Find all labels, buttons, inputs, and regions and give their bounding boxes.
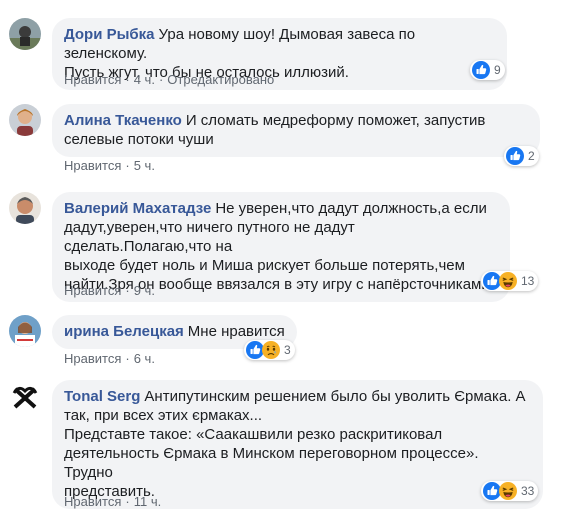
comment-bubble: Tonal Serg Антипутинским решением было бы… [52, 380, 543, 509]
comment-author[interactable]: Алина Ткаченко [64, 112, 182, 129]
avatar[interactable] [9, 192, 41, 224]
comment-time[interactable]: 5 ч. [134, 158, 155, 173]
comment-author[interactable]: Дори Рыбка [64, 26, 155, 43]
reactions-summary[interactable]: 13 [481, 271, 539, 291]
comment-bubble: Алина Ткаченко И сломать медреформу помож… [52, 104, 540, 157]
comment-actions: Нравится · 6 ч. [64, 351, 155, 366]
haha-icon [499, 482, 517, 500]
comment-actions: Нравится · 5 ч. [64, 158, 155, 173]
separator-dot: · [125, 351, 130, 366]
comment-time[interactable]: 6 ч. [134, 351, 155, 366]
comment-actions: Нравится · 4 ч. · Отредактировано [64, 72, 274, 87]
separator-dot: · [125, 494, 130, 509]
like-icon [506, 147, 524, 165]
separator-dot: · [125, 283, 130, 298]
like-link[interactable]: Нравится [64, 158, 121, 173]
comment-time[interactable]: 11 ч. [134, 494, 162, 509]
comment-text: Мне нравится [187, 323, 285, 340]
reactions-summary[interactable]: 3 [244, 340, 295, 360]
like-link[interactable]: Нравится [64, 494, 121, 509]
comment-actions: Нравится · 11 ч. [64, 494, 161, 509]
reaction-count: 9 [494, 63, 501, 77]
comment-time[interactable]: 9 ч. [134, 283, 155, 298]
avatar[interactable] [9, 18, 41, 50]
haha-icon [499, 272, 517, 290]
edited-label[interactable]: Отредактировано [167, 72, 274, 87]
like-link[interactable]: Нравится [64, 72, 121, 87]
separator-dot: · [158, 72, 164, 87]
reaction-count: 2 [528, 149, 535, 163]
sad-icon [262, 341, 280, 359]
reactions-summary[interactable]: 33 [481, 481, 539, 501]
reaction-count: 3 [284, 343, 291, 357]
separator-dot: · [125, 158, 130, 173]
separator-dot: · [125, 72, 130, 87]
reactions-summary[interactable]: 9 [470, 60, 505, 80]
comment-author[interactable]: Tonal Serg [64, 388, 140, 405]
like-icon [472, 61, 490, 79]
avatar[interactable] [9, 315, 41, 347]
avatar[interactable] [9, 104, 41, 136]
comment-author[interactable]: ирина Белецкая [64, 323, 184, 340]
avatar[interactable] [9, 381, 41, 413]
comment-actions: Нравится · 9 ч. [64, 283, 155, 298]
reaction-count: 33 [521, 484, 535, 498]
like-link[interactable]: Нравится [64, 283, 121, 298]
like-link[interactable]: Нравится [64, 351, 121, 366]
comment-author[interactable]: Валерий Махатадзе [64, 200, 211, 217]
comment-time[interactable]: 4 ч. [134, 72, 155, 87]
reaction-count: 13 [521, 274, 535, 288]
reactions-summary[interactable]: 2 [504, 146, 539, 166]
